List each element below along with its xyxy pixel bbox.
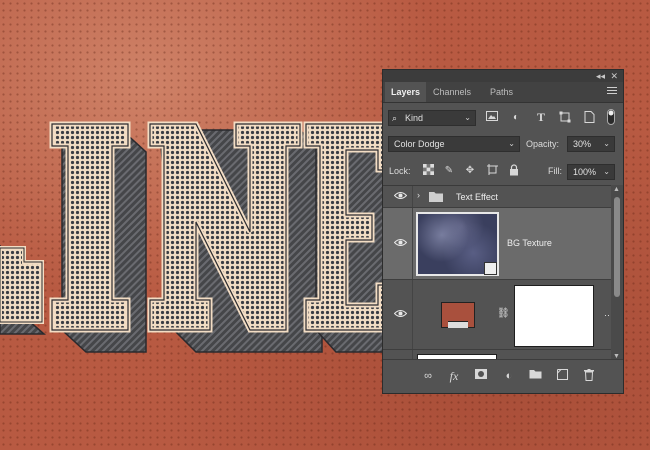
smart-object-filter-icon[interactable]	[582, 111, 596, 125]
panel-tabs: Layers Channels Paths	[383, 82, 623, 103]
adjustment-swatch[interactable]	[441, 302, 475, 328]
link-icon[interactable]: ⛓	[497, 308, 510, 319]
panel-menu-icon[interactable]	[607, 87, 617, 96]
kind-filter-value: Kind	[405, 113, 424, 123]
opacity-input[interactable]: 30% ⌄	[567, 136, 615, 152]
blend-mode-value: Color Dodge	[394, 139, 445, 149]
letter-n	[147, 121, 323, 353]
opacity-value: 30%	[573, 139, 592, 149]
chevron-down-icon: ⌄	[603, 139, 610, 148]
search-icon: ⌕	[392, 113, 398, 123]
adjustment-badge-icon	[448, 321, 468, 328]
letter-l	[0, 245, 46, 335]
adjustment-icon[interactable]: ◐	[502, 369, 516, 383]
scroll-thumb[interactable]	[614, 197, 620, 297]
new-layer-icon[interactable]	[555, 369, 569, 383]
chevron-right-icon[interactable]: ›	[417, 190, 420, 200]
link-layers-icon[interactable]: ∞	[421, 369, 435, 383]
filter-row: ⌕ Kind ⌄ ◐ T	[383, 107, 623, 129]
filter-toggle-icon[interactable]	[604, 109, 618, 125]
tab-paths[interactable]: Paths	[484, 82, 519, 102]
adjustment-filter-icon[interactable]: ◐	[509, 111, 523, 125]
chevron-down-icon: ⌄	[508, 139, 515, 148]
chevron-down-icon: ⌄	[464, 113, 471, 122]
lock-image-icon[interactable]: ✎	[442, 164, 456, 178]
folder-icon	[429, 191, 443, 204]
lock-transparent-icon[interactable]	[421, 164, 435, 178]
more-icon: ‥	[604, 308, 611, 318]
layers-bottom-bar: ∞ fx ◐	[383, 359, 623, 393]
eye-icon[interactable]	[393, 191, 407, 201]
blend-row: Color Dodge ⌄ Opacity: 30% ⌄	[383, 133, 623, 155]
layers-panel: ◂◂ ✕ Layers Channels Paths ⌕ Kind ⌄ ◐ T …	[382, 69, 624, 394]
blend-mode-select[interactable]: Color Dodge ⌄	[388, 136, 520, 152]
layer-name-bg-texture: BG Texture	[507, 238, 552, 248]
fill-input[interactable]: 100% ⌄	[567, 164, 615, 180]
kind-filter-select[interactable]: ⌕ Kind ⌄	[388, 110, 476, 126]
lock-position-icon[interactable]: ✥	[463, 164, 477, 178]
eye-icon[interactable]	[393, 238, 407, 248]
layers-list: › Text Effect BG Texture ⛓ ‥	[383, 185, 613, 362]
layers-scrollbar[interactable]: ▲ ▼	[611, 185, 623, 361]
mask-icon[interactable]	[474, 369, 488, 383]
image-filter-icon[interactable]	[485, 111, 499, 125]
scroll-up-icon[interactable]: ▲	[613, 186, 620, 193]
tab-layers[interactable]: Layers	[385, 82, 427, 102]
lock-label: Lock:	[389, 166, 411, 176]
lock-all-icon[interactable]	[507, 164, 521, 178]
lock-row: Lock: ✎ ✥ Fill: 100% ⌄	[383, 161, 623, 183]
trash-icon[interactable]	[582, 369, 596, 383]
type-filter-icon[interactable]: T	[534, 110, 548, 124]
new-group-icon[interactable]	[528, 369, 542, 383]
smart-object-badge-icon	[484, 262, 497, 275]
fx-icon[interactable]: fx	[447, 369, 461, 383]
chevron-down-icon: ⌄	[603, 167, 610, 176]
layer-row-text-effect[interactable]: › Text Effect	[383, 186, 613, 208]
layer-row-adjustment[interactable]: ⛓ ‥	[383, 280, 613, 350]
opacity-label: Opacity:	[526, 139, 560, 149]
layer-row-bg-texture[interactable]: BG Texture	[383, 208, 613, 280]
fill-label: Fill:	[548, 166, 562, 176]
eye-icon[interactable]	[393, 309, 407, 319]
layer-mask-thumbnail[interactable]	[514, 285, 594, 347]
letter-i	[49, 121, 147, 353]
close-panel-icon[interactable]: ✕	[610, 70, 618, 82]
tab-channels[interactable]: Channels	[427, 82, 477, 102]
panel-title-strip[interactable]	[383, 70, 623, 82]
fill-value: 100%	[573, 167, 597, 177]
shape-filter-icon[interactable]	[558, 111, 572, 125]
collapse-panel-icon[interactable]: ◂◂	[596, 70, 605, 82]
lock-artboard-icon[interactable]	[485, 164, 499, 178]
layer-name-text-effect: Text Effect	[456, 192, 498, 202]
